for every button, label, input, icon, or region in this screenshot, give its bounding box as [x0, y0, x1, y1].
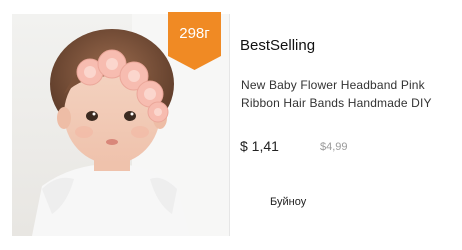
section-title: BestSelling	[240, 37, 316, 54]
divider	[229, 14, 230, 236]
original-price: $4,99	[320, 141, 348, 153]
seller-name[interactable]: Буйноу	[270, 196, 306, 208]
price-badge: 298г	[168, 12, 221, 70]
product-card[interactable]: 298г BestSelling New Baby Flower Headban…	[0, 0, 462, 250]
product-title[interactable]: New Baby Flower Headband Pink Ribbon Hai…	[241, 76, 456, 112]
current-price: $ 1,41	[240, 138, 279, 154]
badge-text: 298г	[179, 25, 210, 42]
